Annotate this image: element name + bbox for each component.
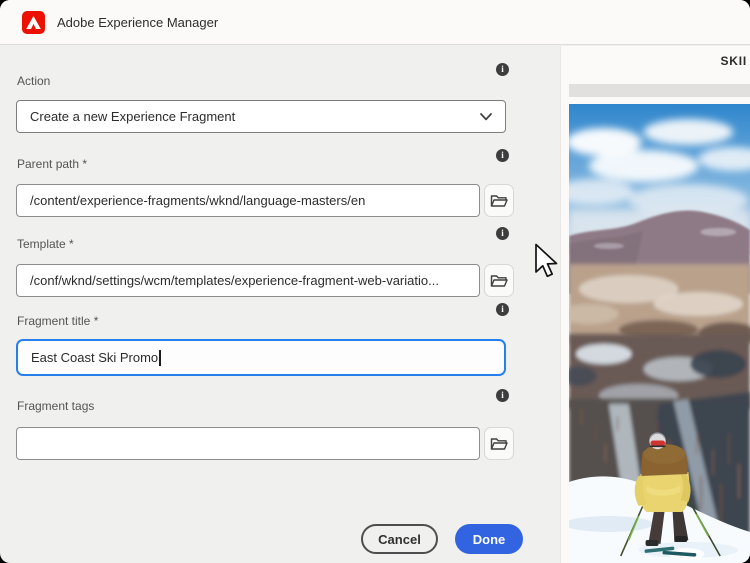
action-select-value: Create a new Experience Fragment <box>30 109 235 124</box>
preview-toolbar <box>569 84 750 97</box>
fragment-title-value: East Coast Ski Promo <box>31 350 158 365</box>
done-button[interactable]: Done <box>455 524 523 554</box>
info-icon[interactable]: i <box>496 227 509 240</box>
fragment-tags-label: Fragment tags <box>17 399 94 413</box>
info-icon[interactable]: i <box>496 63 509 76</box>
cancel-button[interactable]: Cancel <box>361 524 438 554</box>
fragment-title-input[interactable]: East Coast Ski Promo <box>16 339 506 376</box>
preview-page-heading: SKII <box>720 54 747 68</box>
aem-window: Adobe Experience Manager i Action Create… <box>0 0 750 563</box>
info-icon[interactable]: i <box>496 389 509 402</box>
info-icon[interactable]: i <box>496 149 509 162</box>
folder-icon <box>489 273 509 289</box>
template-browse-button[interactable] <box>484 264 514 297</box>
action-select[interactable]: Create a new Experience Fragment <box>16 100 506 133</box>
app-title: Adobe Experience Manager <box>57 15 218 30</box>
fragment-title-label: Fragment title * <box>17 314 98 328</box>
folder-icon <box>489 193 509 209</box>
app-topbar: Adobe Experience Manager <box>0 0 750 45</box>
adobe-logo-icon <box>22 11 45 34</box>
action-label: Action <box>17 74 50 88</box>
fragment-tags-browse-button[interactable] <box>484 427 514 460</box>
info-icon[interactable]: i <box>496 303 509 316</box>
mouse-pointer-icon <box>534 243 560 284</box>
parent-path-label: Parent path * <box>17 157 87 171</box>
template-input[interactable]: /conf/wknd/settings/wcm/templates/experi… <box>16 264 480 297</box>
folder-icon <box>489 436 509 452</box>
chevron-down-icon <box>480 113 492 121</box>
parent-path-value: /content/experience-fragments/wknd/langu… <box>30 193 365 208</box>
preview-hero-image <box>569 104 750 563</box>
parent-path-input[interactable]: /content/experience-fragments/wknd/langu… <box>16 184 480 217</box>
fragment-tags-input[interactable] <box>16 427 480 460</box>
text-caret <box>159 350 161 366</box>
page-preview-panel: SKII <box>560 46 750 563</box>
parent-path-browse-button[interactable] <box>484 184 514 217</box>
template-label: Template * <box>17 237 74 251</box>
template-value: /conf/wknd/settings/wcm/templates/experi… <box>30 273 439 288</box>
